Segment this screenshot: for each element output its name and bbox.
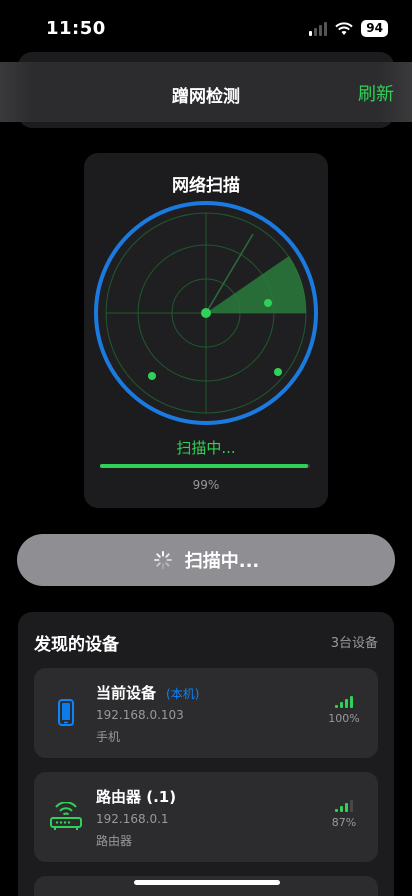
router-icon [50,802,82,830]
scan-progress-bar [100,464,310,468]
device-ip: 192.168.0.103 [96,708,184,722]
device-type: 手机 [96,730,121,744]
device-type: 路由器 [96,834,133,848]
status-icons: 94 [309,20,388,37]
battery-icon: 94 [361,20,388,37]
device-item[interactable] [34,876,378,896]
device-item[interactable]: 路由器 (.1) 192.168.0.1 路由器 87% [34,772,378,862]
phone-icon [58,699,74,726]
scan-button[interactable]: 扫描中... [17,534,395,586]
status-time: 11:50 [46,18,106,39]
devices-count: 3台设备 [330,636,378,651]
wifi-icon [335,21,353,35]
scan-progress-text: 99% [192,478,220,492]
device-tag: (本机) [166,687,200,701]
device-name: 当前设备 [96,684,157,702]
status-bar: 11:50 94 [0,0,412,56]
device-name: 路由器 (.1) [96,788,177,806]
device-ip: 192.168.0.1 [96,812,169,826]
device-signal: 87% [324,800,364,829]
signal-strength: 87% [331,816,357,829]
signal-bars-icon [324,696,364,708]
signal-strength: 100% [328,712,360,725]
scan-status: 扫描中... [176,439,236,457]
signal-bars-icon [324,800,364,812]
scan-progress-fill [100,464,308,468]
discovered-devices-section: 发现的设备 3台设备 当前设备 (本机) 192.168.0.103 手机 10… [18,612,394,896]
navigation-bar: 蹭网检测 刷新 [0,62,412,122]
cellular-signal-icon [309,21,328,36]
page-title: 蹭网检测 [172,87,240,107]
scan-title: 网络扫描 [172,176,240,196]
device-item[interactable]: 当前设备 (本机) 192.168.0.103 手机 100% [34,668,378,758]
loading-spinner-icon [153,551,172,569]
refresh-button[interactable]: 刷新 [358,80,394,106]
device-signal: 100% [324,696,364,725]
radar-icon [94,201,318,425]
scan-button-label: 扫描中... [184,551,260,572]
devices-title: 发现的设备 [34,635,119,655]
network-scan-card: 网络扫描 扫描中... 99% [84,153,328,508]
home-indicator [134,880,280,885]
